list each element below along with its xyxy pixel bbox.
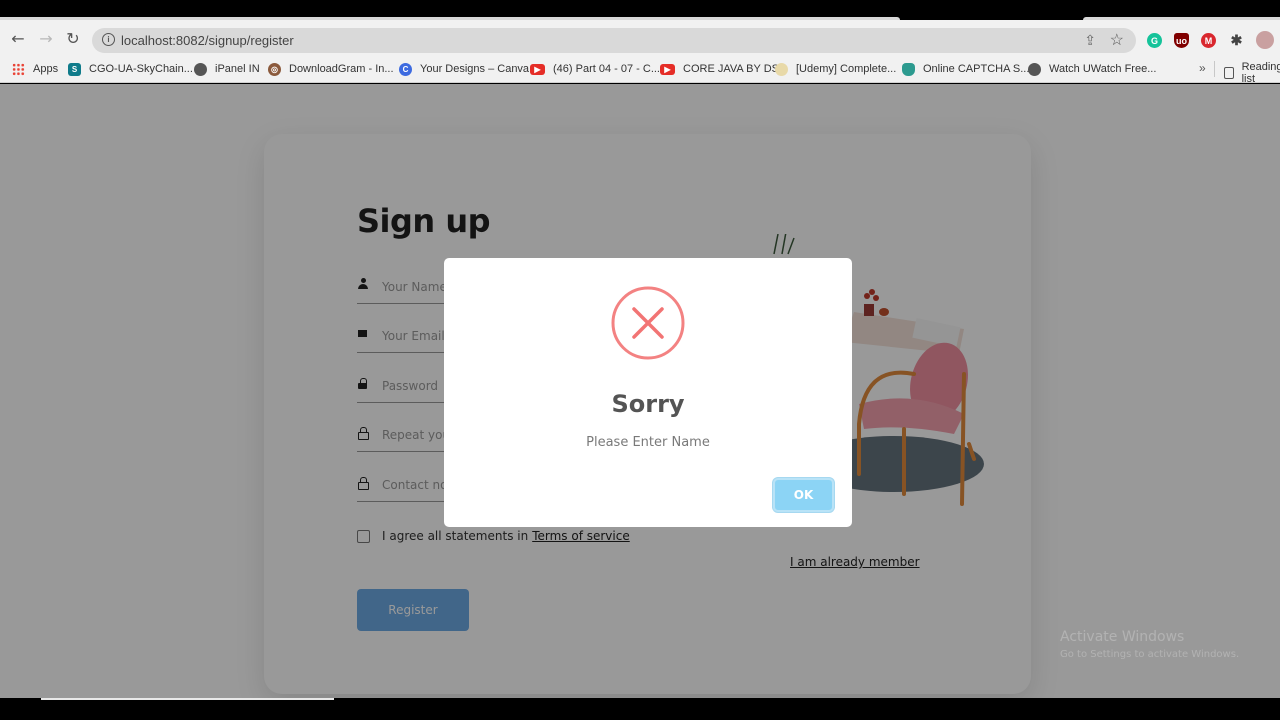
bookmark-item[interactable]: Online CAPTCHA S...: [902, 61, 1029, 77]
bookmark-item[interactable]: iPanel IN: [194, 61, 260, 77]
address-bar[interactable]: i localhost:8082/signup/register ⇪ ☆: [92, 28, 1136, 53]
captcha-lock-icon: [902, 62, 915, 76]
sharepoint-icon: S: [68, 62, 81, 76]
divider: [1214, 61, 1215, 77]
reload-button[interactable]: ↻: [62, 27, 84, 49]
bookmarks-bar: Apps S CGO-UA-SkyChain... iPanel IN ◎ Down…: [0, 55, 1280, 85]
arrow-left-icon: ←: [11, 28, 25, 48]
profile-avatar-icon[interactable]: [1256, 31, 1274, 49]
puzzle-icon[interactable]: ✱: [1229, 32, 1244, 48]
bookmark-label: Online CAPTCHA S...: [923, 63, 1030, 75]
bookmark-label: Your Designs – Canva: [420, 63, 530, 75]
bookmark-label: CGO-UA-SkyChain...: [89, 63, 193, 75]
browser-toolbar: ← → ↻ i localhost:8082/signup/register ⇪…: [0, 20, 1280, 55]
mega-icon[interactable]: M: [1201, 33, 1216, 48]
downloadgram-icon: ◎: [268, 62, 281, 76]
bookmark-label: CORE JAVA BY DS: [683, 63, 779, 75]
bookmark-item[interactable]: Watch UWatch Free...: [1028, 61, 1156, 77]
reading-list-icon: [1224, 67, 1234, 79]
reading-list-button[interactable]: Reading list: [1224, 61, 1280, 85]
grammarly-icon[interactable]: G: [1147, 33, 1162, 48]
apps-grid-icon: [12, 62, 25, 76]
tab-strip: [0, 0, 1280, 20]
bookmark-label: (46) Part 04 - 07 - C...: [553, 63, 660, 75]
udemy-icon: [775, 62, 788, 76]
ublock-icon[interactable]: uo: [1174, 33, 1189, 48]
bookmark-star-icon[interactable]: ☆: [1110, 30, 1124, 50]
share-icon[interactable]: ⇪: [1084, 32, 1096, 49]
taskbar-indicator: [41, 698, 334, 700]
bookmark-label: DownloadGram - In...: [289, 63, 394, 75]
youtube-icon: ▶: [660, 63, 675, 75]
dialog-message: Please Enter Name: [586, 435, 710, 450]
windows-activation-watermark: Activate Windows Go to Settings to activ…: [1060, 629, 1239, 660]
ok-button[interactable]: OK: [773, 478, 834, 512]
error-dialog: Sorry Please Enter Name OK: [444, 258, 852, 527]
url-text[interactable]: localhost:8082/signup/register: [121, 33, 294, 48]
screen: ← → ↻ i localhost:8082/signup/register ⇪…: [0, 0, 1280, 720]
watermark-title: Activate Windows: [1060, 629, 1185, 645]
bookmark-item[interactable]: ▶ CORE JAVA BY DS: [660, 61, 779, 77]
reading-list-label: Reading list: [1241, 61, 1280, 85]
bookmark-item[interactable]: [Udemy] Complete...: [775, 61, 896, 77]
bookmark-label: Apps: [33, 63, 59, 75]
bookmark-item[interactable]: C Your Designs – Canva: [399, 61, 529, 77]
globe-icon: [194, 62, 207, 76]
bookmark-item[interactable]: ▶ (46) Part 04 - 07 - C...: [530, 61, 660, 77]
dialog-title: Sorry: [611, 390, 685, 418]
bookmark-label: iPanel IN: [215, 63, 260, 75]
back-button[interactable]: ←: [7, 27, 29, 49]
globe-icon: [1028, 62, 1041, 76]
bookmark-apps[interactable]: Apps: [12, 61, 58, 77]
bookmark-label: Watch UWatch Free...: [1049, 63, 1157, 75]
page-viewport: Sign up I agre: [0, 84, 1280, 698]
forward-button[interactable]: →: [35, 27, 57, 49]
watermark-subtitle: Go to Settings to activate Windows.: [1060, 649, 1240, 660]
bookmark-label: [Udemy] Complete...: [796, 63, 897, 75]
canva-icon: C: [399, 62, 412, 76]
bookmark-item[interactable]: S CGO-UA-SkyChain...: [68, 61, 193, 77]
arrow-right-icon: →: [39, 28, 53, 48]
reload-icon: ↻: [66, 28, 80, 48]
site-info-icon[interactable]: i: [102, 33, 115, 46]
youtube-icon: ▶: [530, 63, 545, 75]
error-x-icon: [611, 286, 685, 360]
bookmark-item[interactable]: ◎ DownloadGram - In...: [268, 61, 394, 77]
bookmarks-overflow-button[interactable]: »: [1199, 61, 1206, 75]
